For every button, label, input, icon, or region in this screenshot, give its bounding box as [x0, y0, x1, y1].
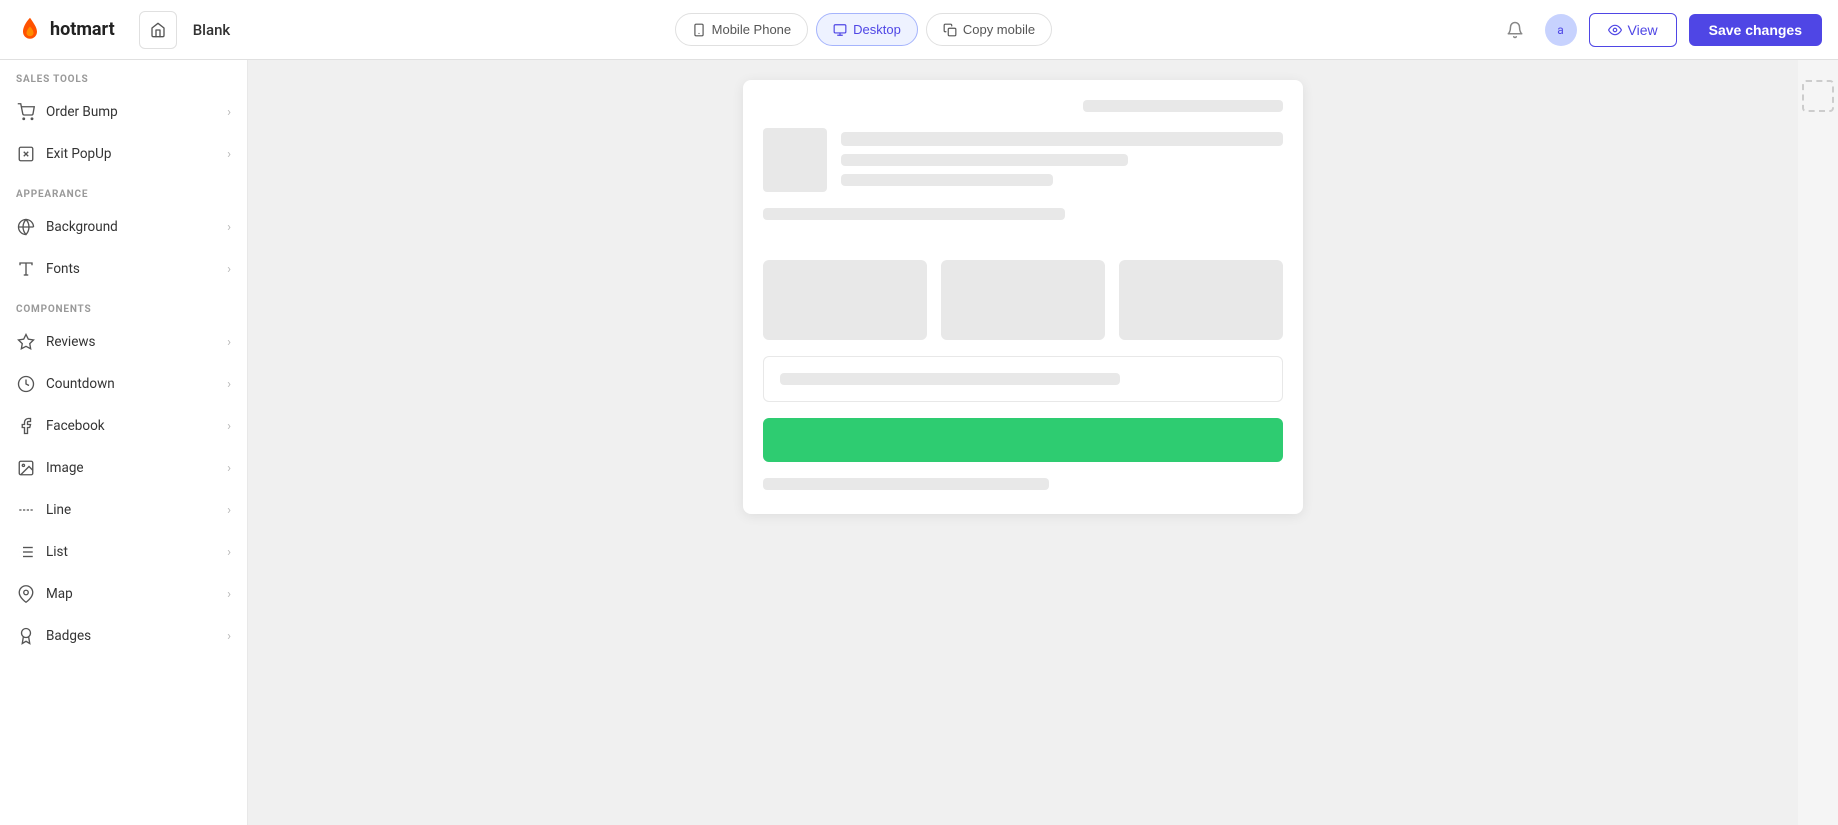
sidebar-item-map[interactable]: Map ›: [0, 573, 247, 615]
copy-mobile-label: Copy mobile: [963, 22, 1035, 37]
sidebar-item-facebook[interactable]: Facebook ›: [0, 405, 247, 447]
sidebar-item-list[interactable]: List ›: [0, 531, 247, 573]
logo: hotmart: [16, 16, 115, 44]
countdown-icon: [16, 374, 36, 394]
sidebar-item-badges[interactable]: Badges ›: [0, 615, 247, 657]
image-icon: [16, 458, 36, 478]
sidebar-item-countdown[interactable]: Countdown ›: [0, 363, 247, 405]
save-changes-button[interactable]: Save changes: [1689, 14, 1822, 46]
sidebar: SALES TOOLS Order Bump › Exit PopUp ›: [0, 60, 248, 825]
notifications-button[interactable]: [1497, 12, 1533, 48]
logo-text: hotmart: [50, 19, 115, 40]
skeleton-card-3: [1119, 260, 1283, 340]
chevron-icon: ›: [227, 105, 231, 120]
list-label: List: [46, 544, 68, 560]
reviews-label: Reviews: [46, 334, 96, 350]
facebook-icon: [16, 416, 36, 436]
skeleton-cta-line: [780, 373, 1120, 385]
device-switcher: Mobile Phone Desktop Copy mobile: [246, 13, 1480, 46]
main-canvas-area: [248, 60, 1798, 825]
fonts-label: Fonts: [46, 261, 80, 277]
map-label: Map: [46, 586, 73, 602]
mobile-phone-button[interactable]: Mobile Phone: [675, 13, 809, 46]
view-label: View: [1628, 22, 1658, 38]
section-appearance-label: APPEARANCE: [0, 175, 247, 206]
background-icon: [16, 217, 36, 237]
chevron-icon: ›: [227, 545, 231, 560]
user-avatar[interactable]: a: [1545, 14, 1577, 46]
sidebar-item-line[interactable]: Line ›: [0, 489, 247, 531]
chevron-icon: ›: [227, 262, 231, 277]
header-actions: a View Save changes: [1497, 12, 1822, 48]
sidebar-item-order-bump[interactable]: Order Bump ›: [0, 91, 247, 133]
line-icon: [16, 500, 36, 520]
view-button[interactable]: View: [1589, 13, 1677, 47]
avatar-initials: a: [1557, 23, 1564, 37]
skeleton-thumbnail: [763, 128, 827, 192]
line-label: Line: [46, 502, 71, 518]
map-icon: [16, 584, 36, 604]
chevron-icon: ›: [227, 503, 231, 518]
chevron-icon: ›: [227, 461, 231, 476]
desktop-button[interactable]: Desktop: [816, 13, 918, 46]
order-bump-label: Order Bump: [46, 104, 118, 120]
facebook-label: Facebook: [46, 418, 105, 434]
dotted-selection-box: [1802, 80, 1834, 112]
skeleton-header-lines: [841, 128, 1283, 186]
skeleton-cta-block: [763, 356, 1283, 402]
background-label: Background: [46, 219, 118, 235]
fonts-icon: [16, 259, 36, 279]
skeleton-line-1: [841, 132, 1283, 146]
copy-mobile-button[interactable]: Copy mobile: [926, 13, 1052, 46]
skeleton-line-3: [841, 174, 1053, 186]
badges-label: Badges: [46, 628, 91, 644]
section-components-label: COMPONENTS: [0, 290, 247, 321]
exit-popup-icon: [16, 144, 36, 164]
chevron-icon: ›: [227, 587, 231, 602]
skeleton-green-button: [763, 418, 1283, 462]
sidebar-item-image[interactable]: Image ›: [0, 447, 247, 489]
sidebar-item-exit-popup[interactable]: Exit PopUp ›: [0, 133, 247, 175]
countdown-label: Countdown: [46, 376, 115, 392]
sidebar-item-fonts[interactable]: Fonts ›: [0, 248, 247, 290]
home-button[interactable]: [139, 11, 177, 49]
chevron-icon: ›: [227, 220, 231, 235]
sidebar-scroll: SALES TOOLS Order Bump › Exit PopUp ›: [0, 60, 247, 825]
reviews-icon: [16, 332, 36, 352]
skeleton-line-2: [841, 154, 1128, 166]
chevron-icon: ›: [227, 629, 231, 644]
chevron-icon: ›: [227, 419, 231, 434]
section-sales-tools-label: SALES TOOLS: [0, 60, 247, 91]
chevron-icon: ›: [227, 377, 231, 392]
chevron-icon: ›: [227, 147, 231, 162]
skeleton-desc-line: [763, 208, 1065, 220]
page-title: Blank: [193, 21, 231, 39]
chevron-icon: ›: [227, 335, 231, 350]
desktop-label: Desktop: [853, 22, 901, 37]
right-panel: [1798, 60, 1838, 825]
skeleton-card-2: [941, 260, 1105, 340]
body-layout: SALES TOOLS Order Bump › Exit PopUp ›: [0, 60, 1838, 825]
mobile-label: Mobile Phone: [712, 22, 792, 37]
skeleton-card-1: [763, 260, 927, 340]
app-header: hotmart Blank Mobile Phone Desktop Copy …: [0, 0, 1838, 60]
page-canvas: [743, 80, 1303, 514]
sidebar-item-reviews[interactable]: Reviews ›: [0, 321, 247, 363]
order-bump-icon: [16, 102, 36, 122]
badges-icon: [16, 626, 36, 646]
list-icon: [16, 542, 36, 562]
image-label: Image: [46, 460, 84, 476]
skeleton-cards-row: [763, 260, 1283, 340]
sidebar-item-background[interactable]: Background ›: [0, 206, 247, 248]
skeleton-top-line: [1083, 100, 1283, 112]
skeleton-footer-line: [763, 478, 1049, 490]
hotmart-logo-icon: [16, 16, 44, 44]
exit-popup-label: Exit PopUp: [46, 146, 111, 162]
skeleton-header-block: [763, 128, 1283, 192]
